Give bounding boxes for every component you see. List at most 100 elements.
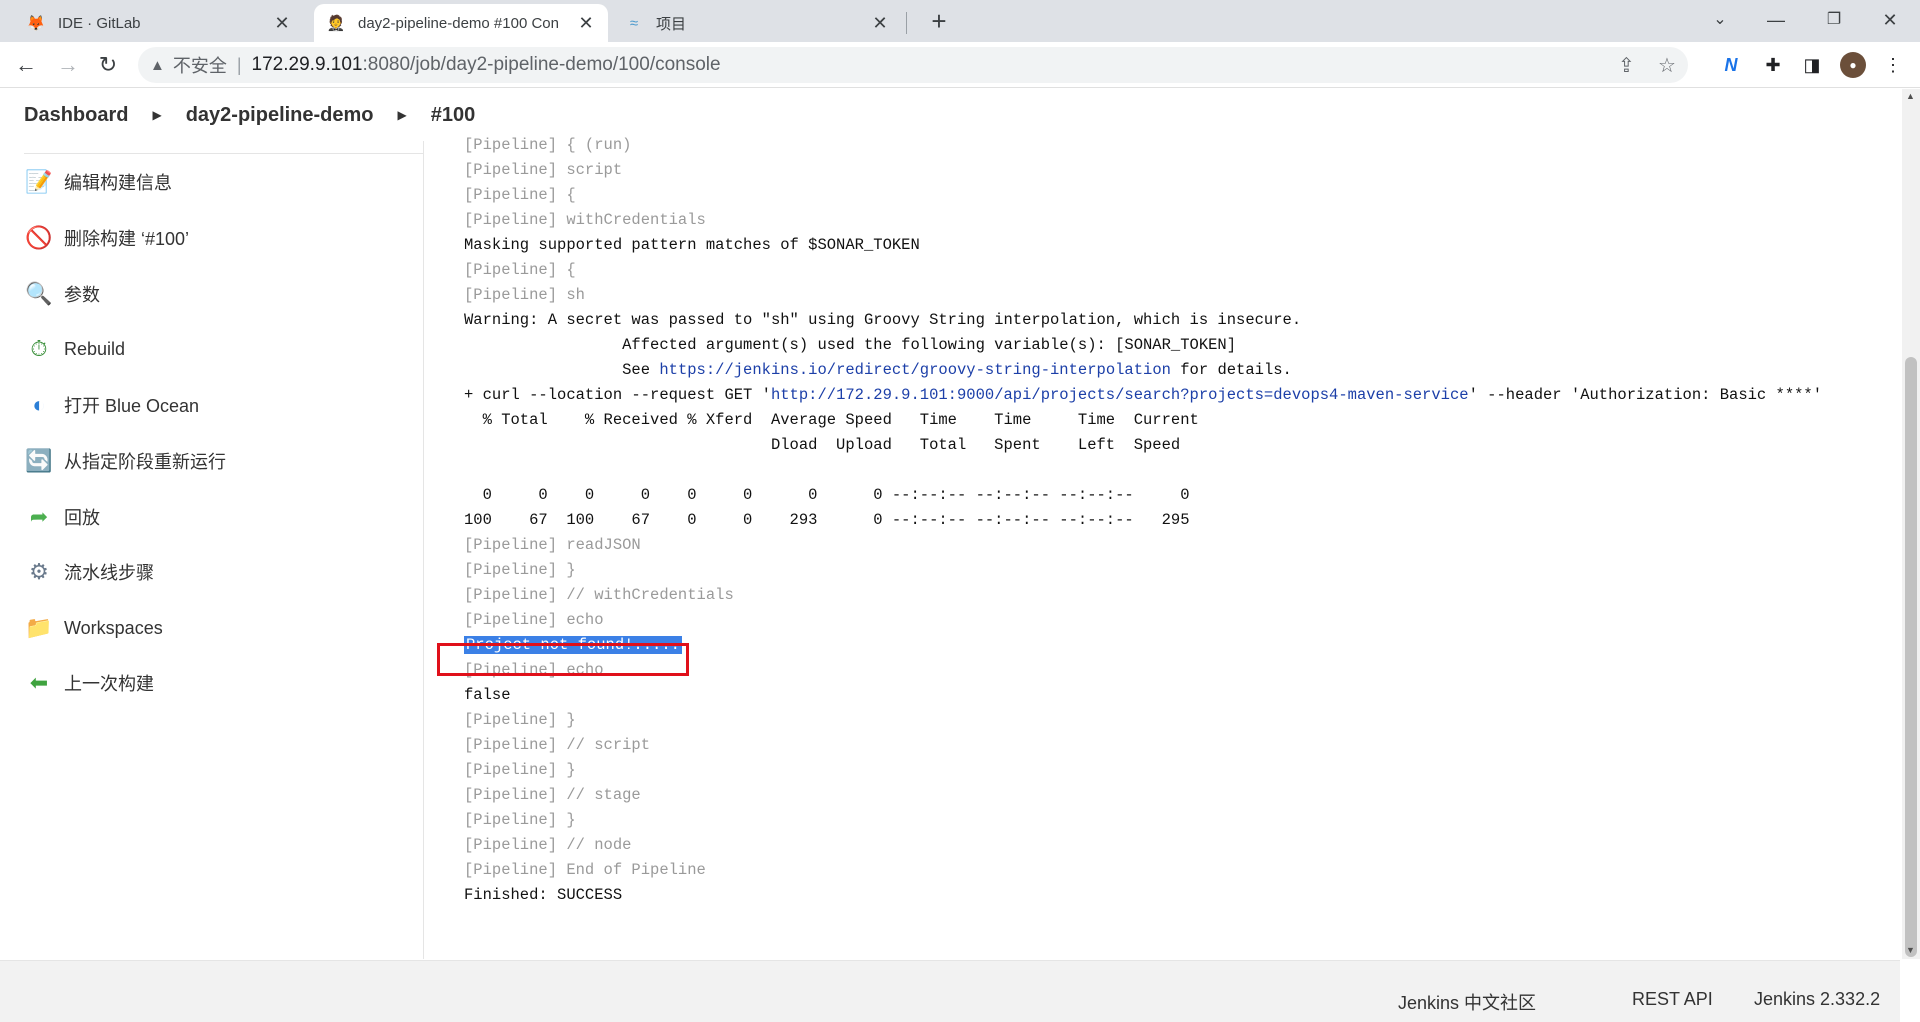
tab-title: day2-pipeline-demo #100 Con xyxy=(358,14,559,32)
console-text: ' --header 'Authorization: Basic ****' xyxy=(1468,386,1823,404)
sidebar-item-label: 删除构建 ‘#100’ xyxy=(64,229,190,249)
reload-button[interactable]: ↻ xyxy=(92,49,124,81)
share-icon[interactable]: ⇪ xyxy=(1618,53,1635,78)
scrollbar-thumb[interactable] xyxy=(1905,357,1917,957)
console-line: [Pipeline] { xyxy=(464,258,1904,283)
page-footer: Jenkins 中文社区 REST API Jenkins 2.332.2 xyxy=(0,960,1900,1022)
console-line: [Pipeline] } xyxy=(464,758,1904,783)
jenkins-icon: 🤵 xyxy=(326,15,346,32)
close-icon[interactable]: ✕ xyxy=(576,13,596,34)
console-text: [Pipeline] // stage xyxy=(464,786,641,804)
scroll-up-arrow-icon[interactable]: ▲ xyxy=(1906,91,1915,101)
console-text: [Pipeline] withCredentials xyxy=(464,211,706,229)
console-line: Warning: A secret was passed to "sh" usi… xyxy=(464,308,1904,333)
extensions-puzzle-icon[interactable]: ✚ xyxy=(1760,52,1786,78)
console-text: Affected argument(s) used the following … xyxy=(464,336,1237,354)
tab-sonarqube[interactable]: ≈ 项目 ✕ xyxy=(612,4,902,42)
blue-ocean-icon: ◐ xyxy=(32,392,46,417)
minimize-button[interactable]: — xyxy=(1748,0,1804,40)
sidebar-item-label: 参数 xyxy=(64,285,100,305)
restore-button[interactable]: ❐ xyxy=(1806,0,1862,40)
console-text: [Pipeline] sh xyxy=(464,286,585,304)
console-line: [Pipeline] // withCredentials xyxy=(464,583,1904,608)
console-text: [Pipeline] script xyxy=(464,161,623,179)
console-line: [Pipeline] echo xyxy=(464,608,1904,633)
scroll-down-arrow-icon[interactable]: ▼ xyxy=(1906,945,1915,955)
sidebar-item-parameters[interactable]: 🔍 参数 xyxy=(24,274,100,314)
console-line: [Pipeline] // node xyxy=(464,833,1904,858)
security-label: 不安全 xyxy=(172,56,227,76)
browser-toolbar: ← → ↻ ▲ 不安全 | 172.29.9.101 :8080/job/day… xyxy=(0,42,1920,88)
console-text: See xyxy=(464,361,660,379)
footer-rest-api-link[interactable]: REST API xyxy=(1632,989,1713,1010)
replay-arrow-icon: ➦ xyxy=(29,504,49,529)
breadcrumb-dashboard[interactable]: Dashboard xyxy=(24,104,128,127)
page-scrollbar[interactable]: ▲ ▼ xyxy=(1902,89,1920,959)
extension-n-icon[interactable]: N xyxy=(1718,52,1744,78)
console-text: Masking supported pattern matches of $SO… xyxy=(464,236,920,254)
console-text: [Pipeline] // withCredentials xyxy=(464,586,734,604)
tab-search-icon[interactable]: ⌄ xyxy=(1692,0,1748,40)
gear-icon: ⚙ xyxy=(29,559,49,584)
console-line: Affected argument(s) used the following … xyxy=(464,333,1904,358)
chevron-right-icon[interactable]: ▶ xyxy=(398,108,407,122)
url-path: :8080/job/day2-pipeline-demo/100/console xyxy=(362,54,721,75)
address-bar[interactable]: ▲ 不安全 | 172.29.9.101 :8080/job/day2-pipe… xyxy=(138,47,1688,83)
sidebar-item-workspaces[interactable]: 📁 Workspaces xyxy=(24,608,162,648)
chevron-right-icon[interactable]: ▶ xyxy=(152,108,161,122)
forward-button[interactable]: → xyxy=(52,49,84,81)
footer-community-link[interactable]: Jenkins 中文社区 xyxy=(1398,989,1536,1015)
console-link[interactable]: https://jenkins.io/redirect/groovy-strin… xyxy=(659,361,1171,379)
console-line: [Pipeline] // stage xyxy=(464,783,1904,808)
breadcrumb-build[interactable]: #100 xyxy=(431,104,476,127)
console-line: Masking supported pattern matches of $SO… xyxy=(464,233,1904,258)
console-line: Finished: SUCCESS xyxy=(464,883,1904,908)
bookmark-star-icon[interactable]: ☆ xyxy=(1658,53,1676,78)
sidebar-item-label: 回放 xyxy=(64,508,100,528)
console-text: Dload Upload Total Spent Left Speed xyxy=(464,436,1181,454)
console-line: [Pipeline] withCredentials xyxy=(464,208,1904,233)
sidebar-item-label: 打开 Blue Ocean xyxy=(64,396,200,416)
sidebar-item-rebuild[interactable]: ⏱ Rebuild xyxy=(24,329,125,369)
browser-menu-icon[interactable]: ⋮ xyxy=(1880,52,1906,78)
sidebar-item-restart-from-stage[interactable]: 🔄 从指定阶段重新运行 xyxy=(24,441,226,481)
new-tab-button[interactable]: + xyxy=(922,5,956,39)
console-text: false xyxy=(464,686,511,704)
sidebar-item-replay[interactable]: ➦ 回放 xyxy=(24,497,100,537)
console-line: [Pipeline] script xyxy=(464,158,1904,183)
warning-icon: ▲ xyxy=(150,56,165,74)
console-line: [Pipeline] // script xyxy=(464,733,1904,758)
avatar[interactable]: ● xyxy=(1840,52,1866,78)
sidebar-item-pipeline-steps[interactable]: ⚙ 流水线步骤 xyxy=(24,552,154,592)
close-window-button[interactable]: ✕ xyxy=(1862,0,1918,40)
back-button[interactable]: ← xyxy=(10,49,42,81)
browser-tab-strip: 🦊 IDE · GitLab ✕ 🤵 day2-pipeline-demo #1… xyxy=(0,0,1920,42)
close-icon[interactable]: ✕ xyxy=(870,13,890,34)
sidebar-item-edit-build-info[interactable]: 📝 编辑构建信息 xyxy=(24,162,172,202)
sonarqube-icon: ≈ xyxy=(629,14,639,32)
tab-title: IDE · GitLab xyxy=(58,14,141,32)
annotation-highlight-box xyxy=(437,643,689,676)
tab-jenkins-console[interactable]: 🤵 day2-pipeline-demo #100 Con ✕ xyxy=(314,4,608,42)
back-arrow-icon: ⬅ xyxy=(29,670,49,695)
console-line: See https://jenkins.io/redirect/groovy-s… xyxy=(464,358,1904,383)
breadcrumb-job[interactable]: day2-pipeline-demo xyxy=(186,104,374,127)
tab-gitlab[interactable]: 🦊 IDE · GitLab ✕ xyxy=(14,4,304,42)
console-line: + curl --location --request GET 'http://… xyxy=(464,383,1904,408)
side-panel: 📝 编辑构建信息 🚫 删除构建 ‘#100’ 🔍 参数 ⏱ Rebuild ◐ … xyxy=(0,141,424,959)
console-text: [Pipeline] echo xyxy=(464,611,604,629)
side-panel-icon[interactable]: ◨ xyxy=(1799,52,1825,78)
console-text: [Pipeline] { xyxy=(464,186,576,204)
console-line: [Pipeline] sh xyxy=(464,283,1904,308)
sidebar-item-blue-ocean[interactable]: ◐ 打开 Blue Ocean xyxy=(24,385,199,425)
footer-version-link[interactable]: Jenkins 2.332.2 xyxy=(1754,989,1880,1010)
console-line: 100 67 100 67 0 0 293 0 --:--:-- --:--:-… xyxy=(464,508,1904,533)
console-text: for details. xyxy=(1170,361,1292,379)
console-output: [Pipeline] { (run) [Pipeline] script [Pipe… xyxy=(464,133,1904,923)
sidebar-item-previous-build[interactable]: ⬅ 上一次构建 xyxy=(24,663,154,703)
sidebar-item-delete-build[interactable]: 🚫 删除构建 ‘#100’ xyxy=(24,218,189,258)
console-line: [Pipeline] End of Pipeline xyxy=(464,858,1904,883)
close-icon[interactable]: ✕ xyxy=(272,13,292,34)
console-link[interactable]: http://172.29.9.101:9000/api/projects/se… xyxy=(771,386,1469,404)
console-line: [Pipeline] { xyxy=(464,183,1904,208)
